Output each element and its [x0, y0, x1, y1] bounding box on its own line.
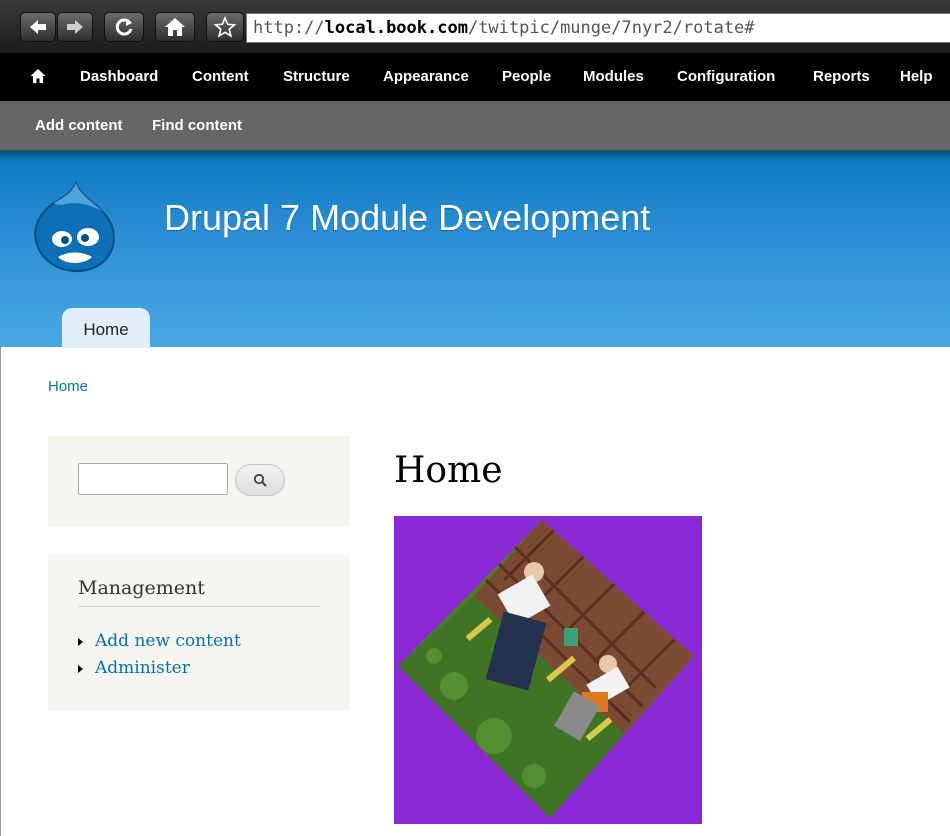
toolbar-item-appearance[interactable]: Appearance [383, 68, 469, 85]
browser-toolbar: http://local.book.com/twitpic/munge/7nyr… [0, 0, 950, 53]
toolbar-item-help[interactable]: Help [900, 68, 933, 85]
header-shadow [0, 151, 950, 161]
shortcuts-bar: Add content Find content [0, 101, 950, 151]
back-button[interactable] [20, 12, 56, 42]
search-button[interactable] [235, 464, 285, 496]
bullet-arrow-icon [78, 638, 83, 646]
reload-icon [115, 18, 133, 36]
management-block: Management Add new content Administer [48, 555, 350, 710]
page-title: Home [394, 450, 503, 491]
home-button[interactable] [155, 12, 195, 42]
url-prefix: http:// [253, 18, 325, 38]
breadcrumb[interactable]: Home [48, 378, 88, 395]
toolbar-item-modules[interactable]: Modules [583, 68, 644, 85]
shortcut-find-content[interactable]: Find content [152, 117, 242, 134]
url-path: /twitpic/munge/7nyr2/rotate# [467, 18, 755, 38]
search-block [48, 436, 350, 526]
search-input[interactable] [78, 463, 228, 495]
toolbar-item-reports[interactable]: Reports [813, 68, 870, 85]
shortcut-add-content[interactable]: Add content [35, 117, 123, 134]
toolbar-home-icon[interactable] [30, 68, 46, 84]
forward-arrow-icon [67, 20, 83, 34]
toolbar-item-configuration[interactable]: Configuration [677, 68, 775, 85]
site-header: Drupal 7 Module Development Home [0, 151, 950, 348]
home-icon [165, 18, 185, 36]
list-item: Add new content [78, 631, 241, 658]
forward-button[interactable] [57, 12, 93, 42]
star-icon [214, 16, 236, 38]
management-list: Add new content Administer [78, 631, 241, 685]
administer-link[interactable]: Administer [95, 658, 190, 678]
photo-image [394, 516, 702, 824]
list-item: Administer [78, 658, 241, 685]
drupal-logo-icon[interactable] [32, 181, 116, 273]
back-arrow-icon [30, 20, 46, 34]
management-title: Management [78, 577, 320, 607]
toolbar-item-people[interactable]: People [502, 68, 551, 85]
bullet-arrow-icon [78, 665, 83, 673]
rotated-photo [394, 516, 702, 824]
toolbar-item-structure[interactable]: Structure [283, 68, 350, 85]
reload-button[interactable] [104, 12, 144, 42]
address-bar[interactable]: http://local.book.com/twitpic/munge/7nyr… [246, 13, 950, 43]
toolbar-item-dashboard[interactable]: Dashboard [80, 68, 158, 85]
bookmark-button[interactable] [206, 12, 244, 42]
admin-toolbar: Dashboard Content Structure Appearance P… [0, 53, 950, 101]
add-new-content-link[interactable]: Add new content [95, 631, 241, 651]
site-name[interactable]: Drupal 7 Module Development [164, 197, 650, 239]
url-host: local.book.com [324, 18, 468, 38]
toolbar-item-content[interactable]: Content [192, 68, 249, 85]
search-icon [253, 473, 267, 487]
tab-home[interactable]: Home [62, 308, 150, 348]
page-left-border [0, 347, 1, 836]
